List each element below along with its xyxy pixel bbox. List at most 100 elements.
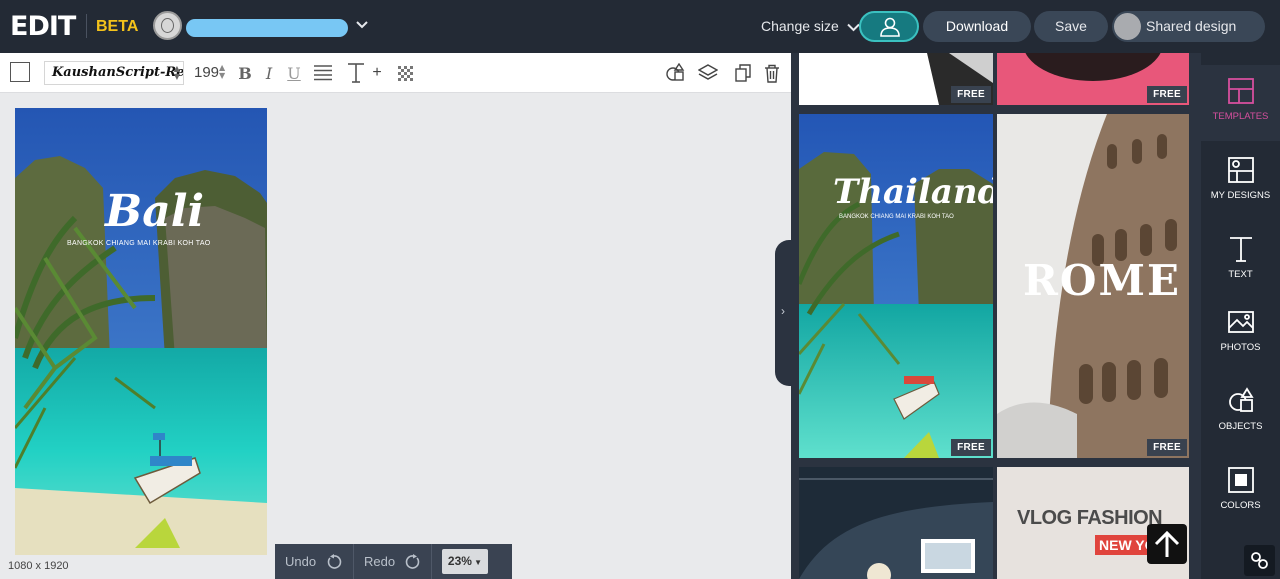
zoom-value: 23% — [447, 554, 472, 568]
nav-item-colors[interactable]: COLORS — [1201, 454, 1280, 530]
face-icon — [161, 18, 174, 33]
nav-label: COLORS — [1220, 500, 1261, 511]
canvas-area[interactable]: Bali BANGKOK CHIANG MAI KRABI KOH TAO 10… — [0, 93, 791, 579]
undo-label: Undo — [285, 554, 317, 569]
save-button[interactable]: Save — [1034, 11, 1108, 42]
my-designs-icon — [1227, 157, 1254, 183]
link-icon — [1251, 552, 1268, 569]
design-name-field[interactable] — [186, 19, 348, 37]
design-title-text[interactable]: Bali — [105, 186, 204, 237]
templates-panel[interactable]: FREE FREE Thailand BANGKOK CHIANG MAI KR… — [791, 53, 1201, 579]
share-button[interactable] — [859, 11, 919, 42]
select-arrows-icon: ▲ ▼ — [173, 64, 180, 81]
underline-button[interactable]: U — [285, 53, 303, 93]
divider — [353, 544, 354, 579]
change-size-dropdown[interactable]: Change size — [761, 18, 860, 34]
shared-design-label: Shared design — [1146, 18, 1237, 34]
text-icon — [1229, 237, 1252, 262]
redo-label: Redo — [364, 554, 396, 569]
template-thumbnail[interactable]: ROME FREE — [997, 114, 1189, 458]
template-thumbnail[interactable]: Thailand BANGKOK CHIANG MAI KRABI KOH TA… — [799, 114, 993, 458]
avatar — [1114, 13, 1141, 40]
shapes-icon — [666, 63, 685, 81]
transparency-button[interactable] — [396, 53, 414, 93]
text-toolbar: KaushanScript-Regular ▲▼ 199▲▼ B I U + — [0, 53, 791, 93]
nav-item-text[interactable]: TEXT — [1201, 223, 1280, 299]
nav-label: TEXT — [1228, 269, 1253, 280]
duplicate-button[interactable] — [733, 53, 753, 93]
text-color-swatch[interactable] — [10, 62, 30, 82]
template-thumbnail[interactable]: FREE — [799, 53, 993, 105]
divider — [431, 544, 432, 579]
align-justify-icon — [314, 65, 332, 81]
zoom-select[interactable]: 23% ▼ — [442, 549, 488, 574]
delete-button[interactable] — [762, 53, 782, 93]
template-preview-image — [799, 467, 993, 579]
settings-toggle-button[interactable] — [1244, 545, 1275, 576]
photos-icon — [1227, 311, 1254, 333]
stepper-arrows-icon: ▲ ▼ — [219, 63, 226, 80]
bold-button[interactable]: B — [236, 53, 254, 93]
free-badge: FREE — [951, 439, 991, 456]
logo-divider — [86, 14, 87, 38]
nav-item-templates[interactable]: TEMPLATES — [1201, 65, 1280, 141]
bali-beach-image — [15, 108, 267, 555]
duplicate-icon — [734, 63, 751, 82]
nav-label: MY DESIGNS — [1210, 190, 1271, 201]
templates-icon — [1227, 78, 1254, 104]
italic-button[interactable]: I — [261, 53, 277, 93]
objects-icon — [1228, 387, 1254, 412]
app-logo[interactable]: EDIT — [10, 11, 76, 42]
free-badge: FREE — [1147, 439, 1187, 456]
font-size-input[interactable]: 199▲ ▼ — [194, 63, 226, 82]
top-bar: EDIT BETA Change size Download Save Shar… — [0, 0, 1280, 53]
template-thumbnail[interactable]: FREE — [997, 53, 1189, 105]
beta-badge: BETA — [96, 18, 139, 35]
nav-item-photos[interactable]: PHOTOS — [1201, 296, 1280, 372]
avatar[interactable] — [153, 11, 182, 40]
redo-icon — [405, 553, 420, 569]
nav-label: OBJECTS — [1218, 421, 1263, 432]
template-title-text: VLOG FASHION — [1017, 507, 1163, 529]
nav-label: PHOTOS — [1220, 342, 1261, 353]
nav-label: TEMPLATES — [1212, 111, 1269, 122]
font-size-value: 199 — [194, 64, 220, 81]
add-text-button[interactable]: + — [370, 53, 384, 93]
template-preview-image — [799, 114, 993, 458]
undo-icon — [327, 553, 342, 569]
chevron-right-icon: › — [781, 304, 785, 318]
free-badge: FREE — [1147, 86, 1187, 103]
nav-item-my-designs[interactable]: MY DESIGNS — [1201, 144, 1280, 220]
scroll-top-button[interactable] — [1147, 524, 1187, 564]
panel-collapse-handle[interactable]: › — [775, 240, 793, 386]
text-icon — [348, 63, 364, 83]
nav-item-objects[interactable]: OBJECTS — [1201, 375, 1280, 451]
layers-icon — [698, 64, 718, 80]
template-title-text: Thailand — [833, 172, 993, 212]
change-size-label: Change size — [761, 18, 839, 34]
add-object-button[interactable] — [664, 53, 686, 93]
template-thumbnail[interactable] — [799, 467, 993, 579]
template-title-text: ROME — [1023, 256, 1181, 305]
template-subtitle-text: BANGKOK CHIANG MAI KRABI KOH TAO — [839, 214, 954, 220]
redo-button[interactable]: Redo — [364, 544, 421, 579]
shared-design-button[interactable]: Shared design — [1112, 11, 1265, 42]
download-button[interactable]: Download — [923, 11, 1031, 42]
user-share-icon — [880, 17, 900, 37]
undo-button[interactable]: Undo — [285, 544, 342, 579]
chevron-down-icon[interactable] — [356, 19, 368, 31]
align-button[interactable] — [312, 53, 334, 93]
arrow-up-icon — [1154, 530, 1180, 557]
chevron-down-icon — [847, 23, 860, 32]
colors-icon — [1227, 467, 1254, 493]
canvas-dimensions: 1080 x 1920 — [8, 560, 69, 572]
trash-icon — [765, 64, 779, 83]
font-family-select[interactable]: KaushanScript-Regular ▲▼ — [44, 61, 184, 85]
caret-down-icon: ▼ — [471, 558, 483, 567]
layers-button[interactable] — [697, 53, 719, 93]
free-badge: FREE — [951, 86, 991, 103]
design-subtitle-text[interactable]: BANGKOK CHIANG MAI KRABI KOH TAO — [67, 240, 227, 247]
text-style-button[interactable] — [345, 53, 367, 93]
transparency-icon — [397, 65, 413, 81]
design-artboard[interactable]: Bali BANGKOK CHIANG MAI KRABI KOH TAO — [15, 108, 267, 555]
